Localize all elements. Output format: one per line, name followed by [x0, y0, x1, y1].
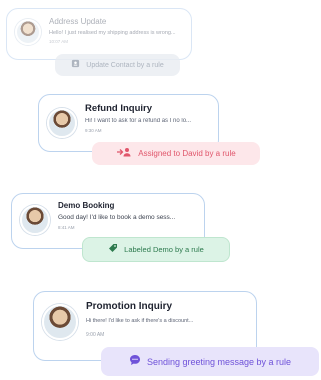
- contact-avatar: [47, 108, 77, 138]
- rule-action-label: Labeled Demo by a rule: [124, 245, 204, 254]
- assign-user-icon: [116, 147, 132, 160]
- conversation-title: Address Update: [49, 17, 107, 26]
- conversation-preview: Hi! I want to ask for a refund as I no l…: [85, 118, 192, 124]
- contact-avatar: [20, 205, 50, 235]
- conversation-time: 9:30 AM: [85, 128, 102, 133]
- conversation-time: 10:07 AM: [49, 39, 69, 44]
- rule-action-badge-labeled: Labeled Demo by a rule: [82, 237, 230, 262]
- contact-avatar: [42, 304, 78, 340]
- conversation-text: Address Update Hello! I just realised my…: [49, 9, 191, 44]
- rule-action-badge-greeting: Sending greeting message by a rule: [101, 347, 319, 376]
- conversation-text: Refund Inquiry Hi! I want to ask for a r…: [85, 95, 218, 133]
- conversation-text: Promotion Inquiry Hi there! I'd like to …: [86, 292, 246, 338]
- conversation-title: Promotion Inquiry: [86, 301, 173, 312]
- conversation-title: Refund Inquiry: [85, 103, 153, 114]
- rule-action-label: Assigned to David by a rule: [138, 149, 236, 158]
- conversation-time: 8:41 AM: [58, 225, 75, 230]
- conversation-title: Demo Booking: [58, 201, 115, 210]
- chat-bubble-icon: [129, 354, 141, 369]
- rule-action-badge-assigned: Assigned to David by a rule: [92, 142, 260, 165]
- contact-card-icon: [71, 59, 80, 71]
- conversation-time: 9:00 AM: [86, 332, 105, 338]
- conversation-preview: Hi there! I'd like to ask if there's a d…: [86, 318, 194, 324]
- conversation-card-address-update[interactable]: Address Update Hello! I just realised my…: [6, 8, 192, 60]
- conversation-preview: Good day! I'd like to book a demo sess..…: [58, 214, 176, 221]
- rule-action-label: Update Contact by a rule: [86, 61, 164, 69]
- rule-action-label: Sending greeting message by a rule: [146, 356, 292, 367]
- conversation-text: Demo Booking Good day! I'd like to book …: [58, 194, 204, 230]
- contact-avatar: [15, 19, 41, 45]
- tag-icon: [108, 243, 118, 256]
- conversation-preview: Hello! I just realised my shipping addre…: [49, 30, 176, 36]
- rule-action-badge-update-contact: Update Contact by a rule: [55, 54, 180, 76]
